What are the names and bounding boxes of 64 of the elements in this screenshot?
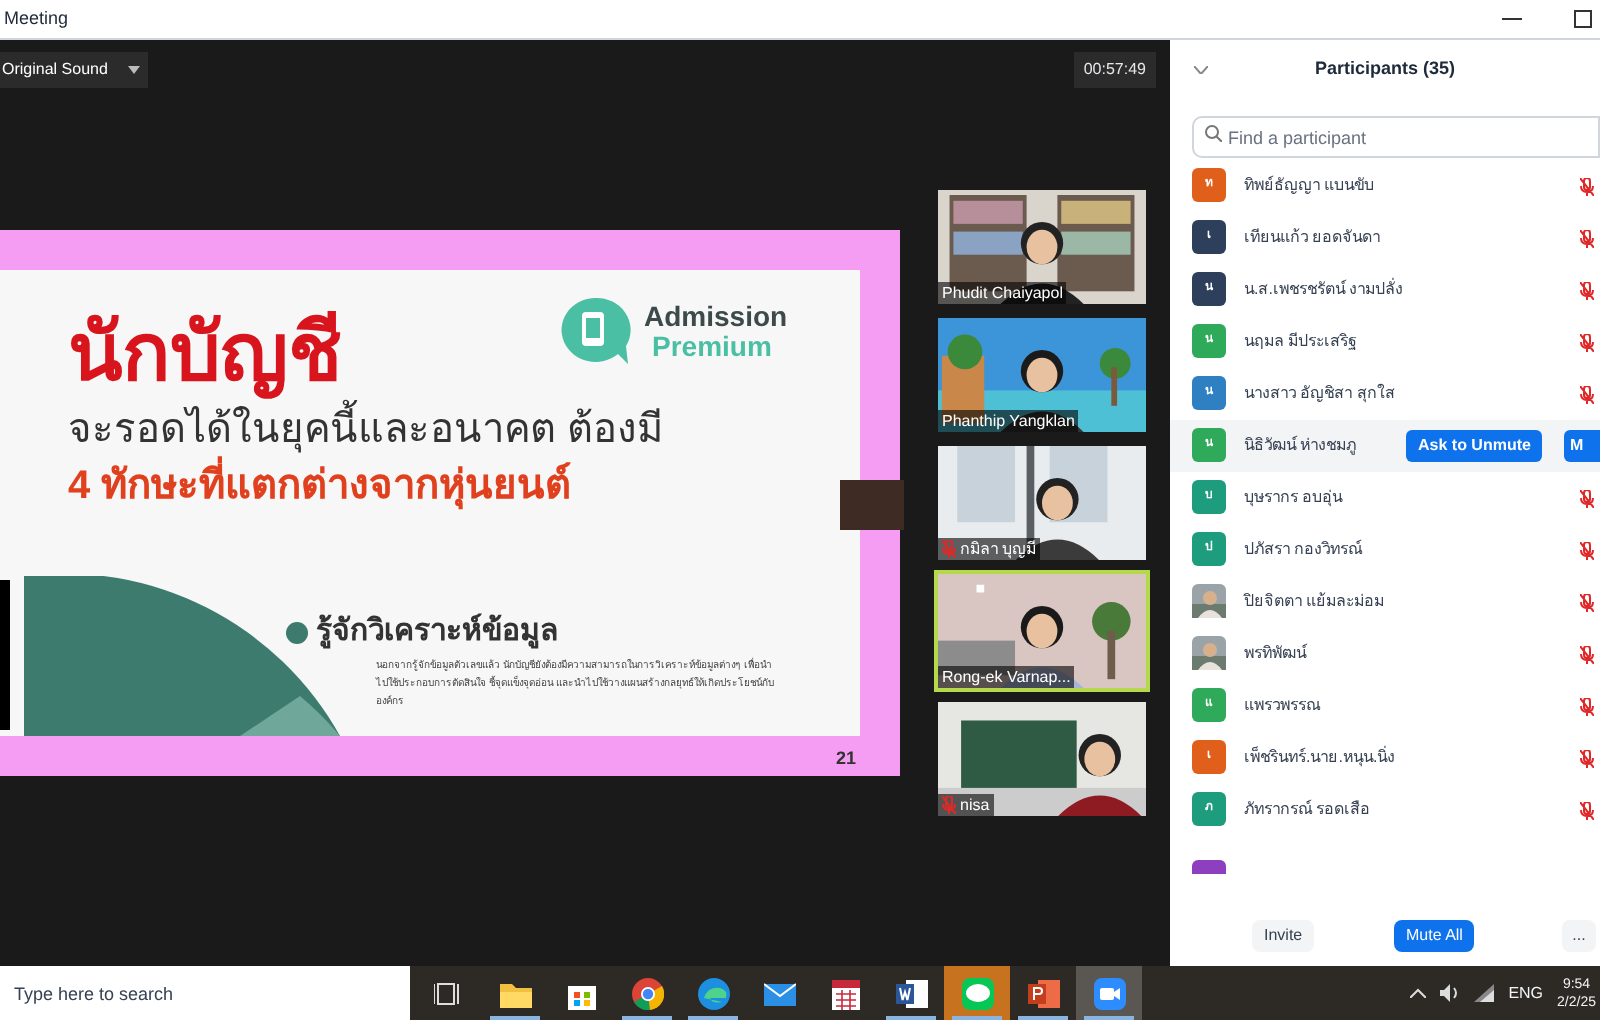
participant-name: กมิลา บุญมี [960, 537, 1037, 560]
participant-name: แพรวพรรณ [1244, 693, 1320, 718]
language-indicator[interactable]: ENG [1508, 981, 1544, 1005]
calendar-icon [829, 977, 861, 1009]
participant-name: บุษรากร อบอุ่น [1244, 485, 1343, 510]
chat-icon [961, 977, 993, 1009]
maximize-icon[interactable] [1574, 10, 1592, 28]
logo-icon [556, 296, 632, 368]
taskbar-app-button[interactable] [1076, 966, 1142, 1020]
participant-name: ปภัสรา กองวิทรณ์ [1244, 537, 1363, 562]
ask-to-unmute-button[interactable]: Ask to Unmute [1406, 429, 1543, 462]
bullet-heading: รู้จักวิเคราะห์ข้อมูล [316, 611, 558, 653]
participant-name: ทิพย์ธัญญา แบนขับ [1244, 173, 1375, 198]
taskbar-search-field[interactable]: Type here to search [0, 966, 410, 1020]
logo-subtext: Premium [650, 332, 774, 362]
search-icon [1204, 123, 1222, 142]
more-button[interactable]: ... [1562, 920, 1596, 953]
video-camera-icon [1093, 977, 1125, 1009]
participant-name: ภัทรากรณ์ รอดเสือ [1244, 797, 1371, 822]
meeting-timer: 00:57:49 [1073, 52, 1156, 88]
participant-name: เทียนแก้ว ยอดจันดา [1244, 225, 1381, 250]
speaker-icon[interactable] [1440, 984, 1461, 1002]
slide-subtitle: 4 ทักษะที่แตกต่างจากหุ่นยนต์ [68, 458, 572, 514]
search-field[interactable]: Find a participant [1192, 116, 1600, 159]
mute-all-button[interactable]: Mute All [1394, 920, 1475, 953]
participant-name: Phanthip Yangklan [942, 409, 1075, 432]
browser-icon [697, 977, 729, 1009]
network-icon[interactable] [1474, 984, 1495, 1002]
window-title: Meeting [2, 5, 69, 32]
participant-row[interactable]: ปิยจิตตา แย้มละม่อม [1170, 575, 1600, 628]
presentation-icon [1027, 977, 1059, 1009]
video-tile[interactable]: Rong-ek Varnap... [934, 570, 1150, 692]
chevron-up-icon[interactable] [1410, 988, 1427, 998]
participant-name: nisa [960, 793, 990, 816]
video-tile[interactable]: Phudit Chaiyapol [934, 186, 1150, 308]
more-button[interactable]: M [1564, 429, 1600, 462]
video-tile[interactable]: Phanthip Yangklan [934, 314, 1150, 436]
participant-name: Rong-ek Varnap... [942, 665, 1071, 688]
video-tile[interactable]: กมิลา บุญมี [934, 442, 1150, 564]
word-icon [895, 977, 927, 1009]
caret-icon [127, 66, 140, 74]
participant-name: ปิยจิตตา แย้มละม่อม [1244, 589, 1385, 614]
bullet-icon [286, 621, 308, 644]
mail-icon [763, 977, 795, 1009]
logo-text: Admission [644, 302, 788, 332]
slide-title: นักบัญชี [68, 308, 342, 399]
slide-subtitle: จะรอดได้ในยุคนี้และอนาคต ต้องมี [68, 402, 664, 458]
browser-icon [631, 977, 663, 1009]
participant-name: นางสาว อัญชิสา สุกใส [1244, 381, 1395, 406]
minimize-icon[interactable] [1502, 17, 1522, 21]
participant-name: นฤมล มีประเสริฐ [1244, 329, 1357, 354]
invite-button[interactable]: Invite [1252, 920, 1315, 953]
participant-name: พรทิพัฒน์ [1244, 641, 1306, 666]
participant-name: นิธิวัฒน์ ห่างชมภู [1244, 433, 1357, 458]
participant-name: Phudit Chaiyapol [942, 281, 1063, 304]
collapse-icon[interactable] [1194, 65, 1208, 74]
task-view-icon [433, 977, 465, 1009]
original-sound-button[interactable]: Original Sound [0, 52, 148, 88]
panel-title: Participants (35) [1314, 56, 1456, 83]
participant-row[interactable]: พรทิพัฒน์ [1170, 627, 1600, 680]
video-tile[interactable]: nisa [934, 698, 1150, 820]
page-number: 21 [835, 745, 856, 771]
participant-name: น.ส.เพชรชรัตน์ งามปลั่ง [1244, 277, 1404, 302]
participant-name: เพ็ชรินทร์.นาย.หนุน.นิ่ง [1244, 745, 1396, 770]
